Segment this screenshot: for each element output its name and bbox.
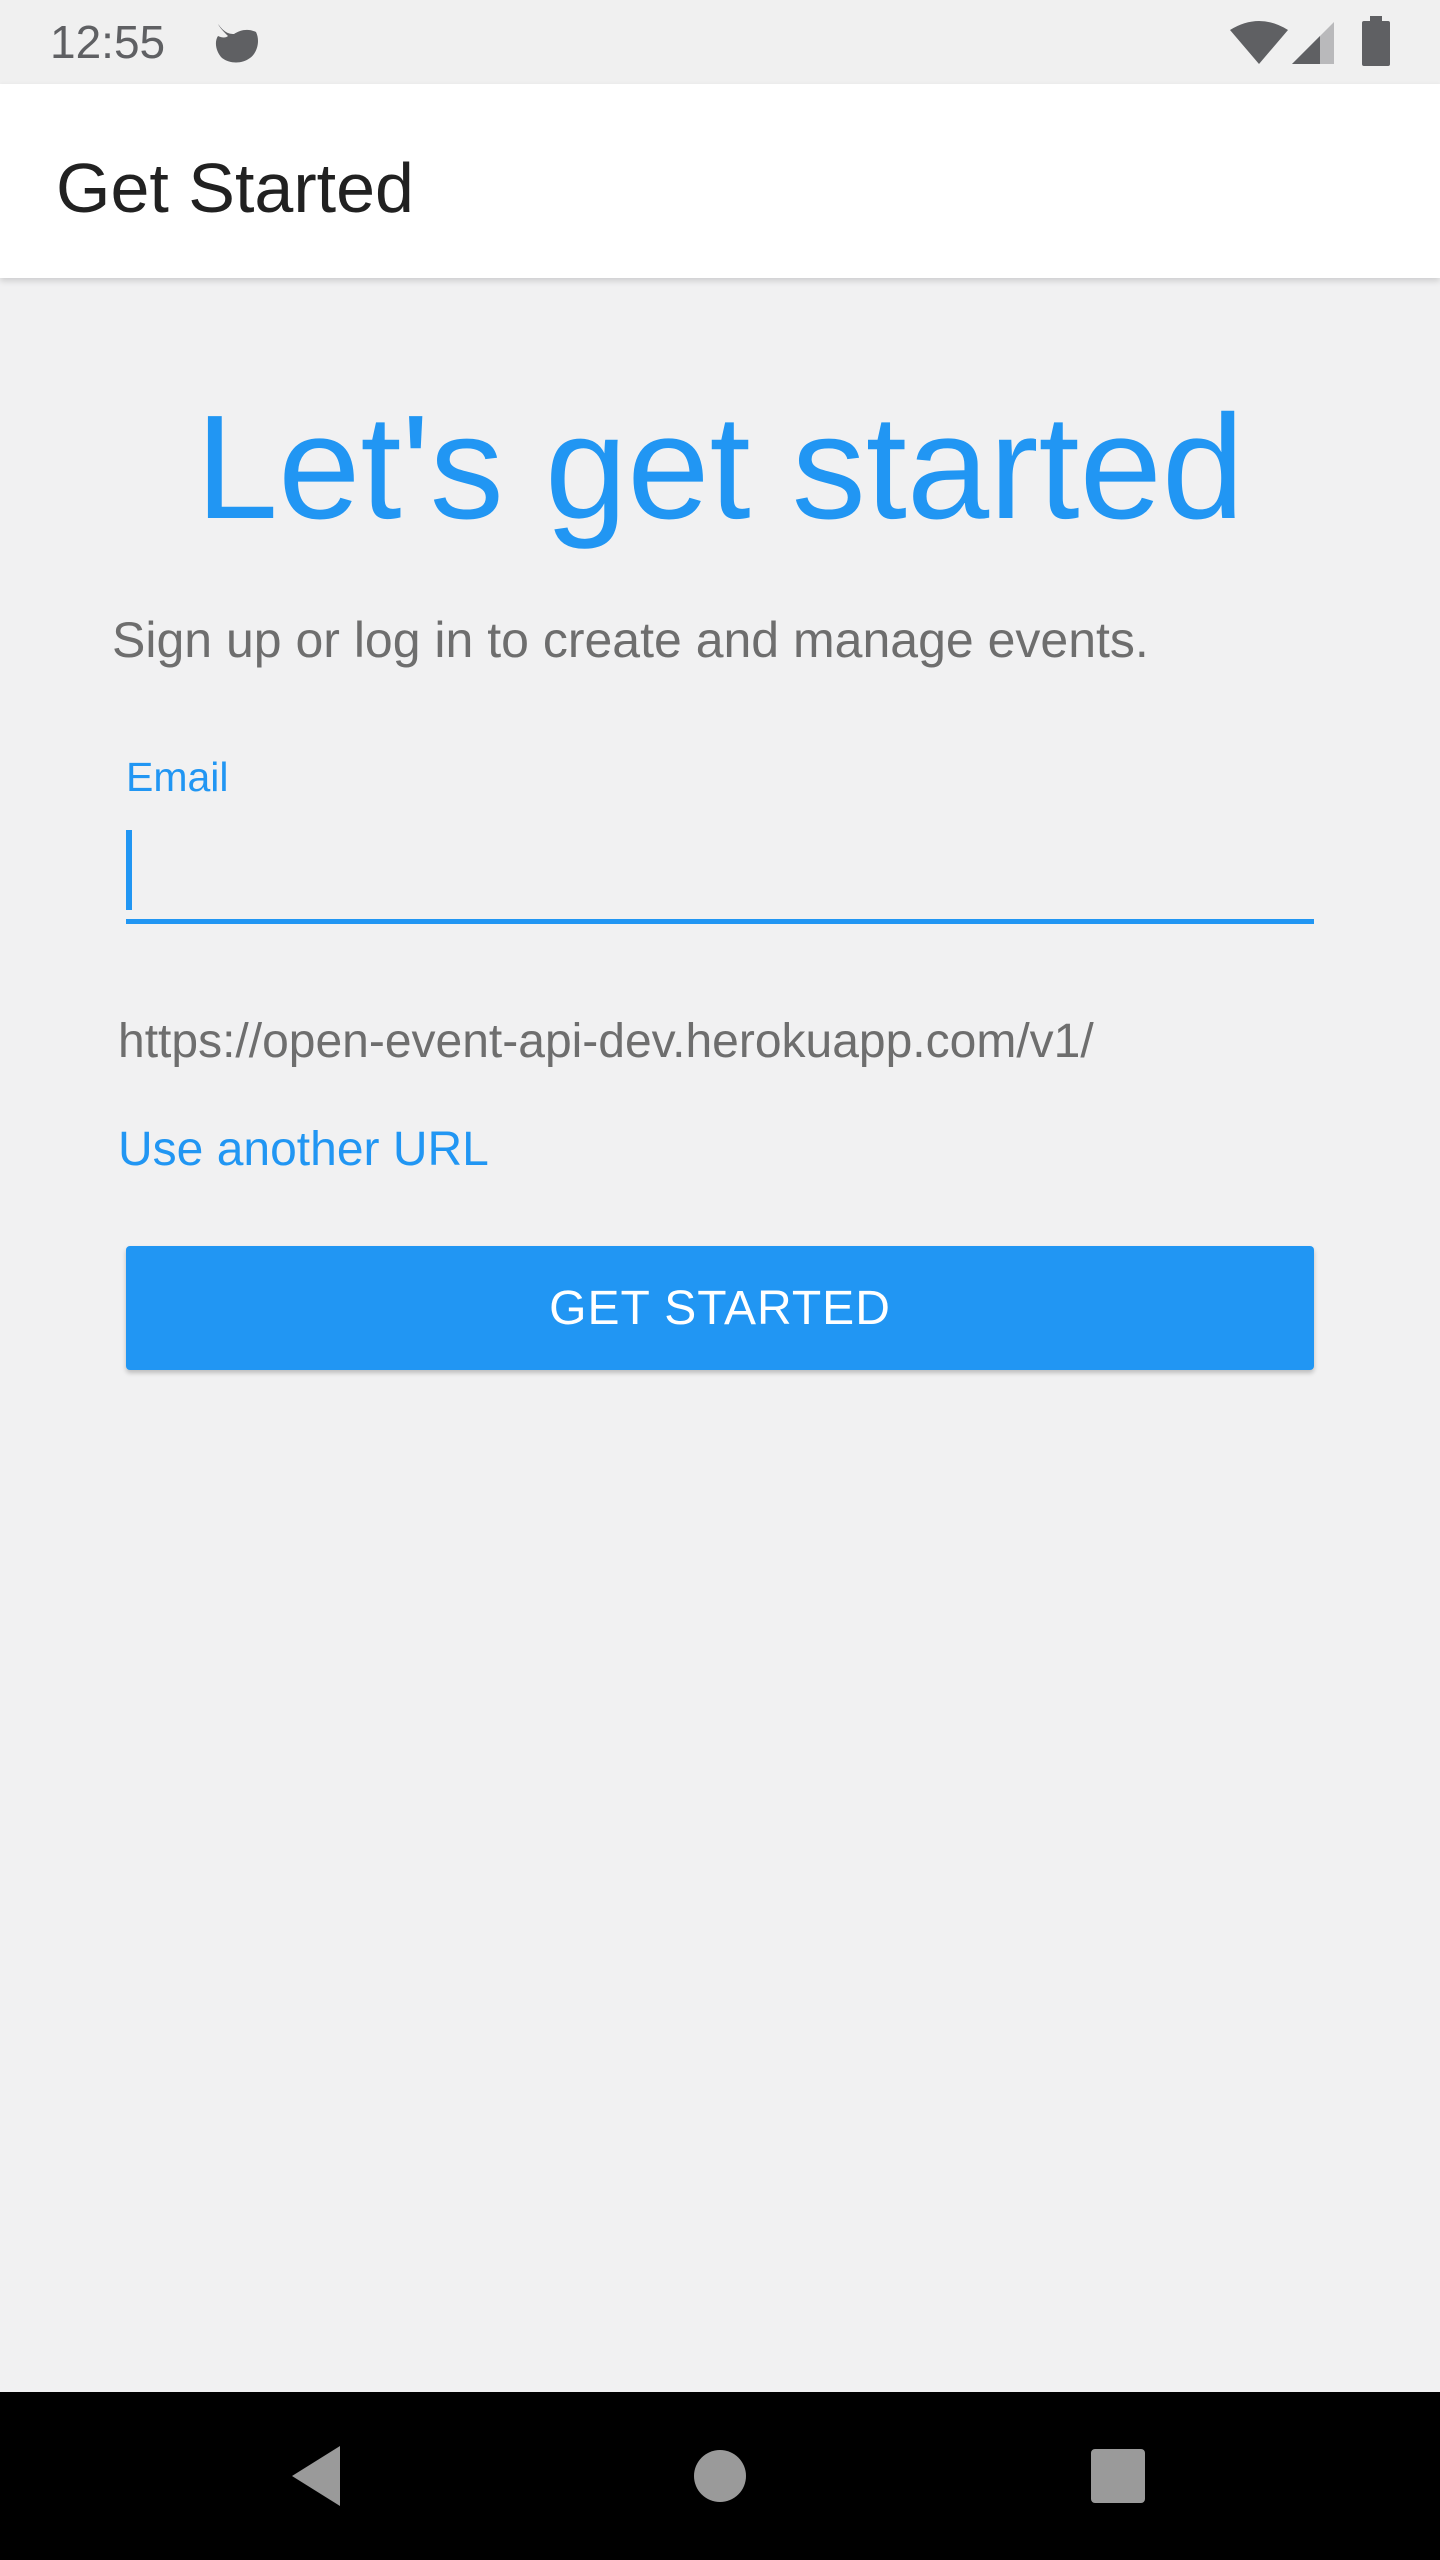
status-bar: 12:55 — [0, 0, 1440, 84]
get-started-button[interactable]: GET STARTED — [126, 1246, 1314, 1370]
recents-button[interactable] — [1038, 2392, 1198, 2560]
back-button[interactable] — [236, 2392, 396, 2560]
wifi-icon — [1230, 20, 1288, 66]
back-icon — [236, 2392, 396, 2560]
subtitle: Sign up or log in to create and manage e… — [112, 612, 1149, 668]
status-time: 12:55 — [50, 16, 166, 68]
home-icon — [640, 2392, 800, 2560]
navigation-bar — [0, 2392, 1440, 2560]
use-another-url-link[interactable]: Use another URL — [118, 1120, 489, 1180]
text-cursor — [126, 830, 132, 910]
app-bar-title: Get Started — [56, 149, 414, 227]
email-field[interactable] — [126, 820, 1314, 924]
notification-bird-icon — [210, 18, 262, 66]
app-bar: Get Started — [0, 84, 1440, 278]
battery-icon — [1362, 16, 1390, 66]
server-url: https://open-event-api-dev.herokuapp.com… — [118, 1015, 1094, 1068]
home-button[interactable] — [640, 2392, 800, 2560]
headline: Let's get started — [195, 385, 1245, 550]
email-label: Email — [126, 754, 229, 800]
recents-icon — [1038, 2392, 1198, 2560]
cell-signal-icon — [1292, 20, 1336, 66]
